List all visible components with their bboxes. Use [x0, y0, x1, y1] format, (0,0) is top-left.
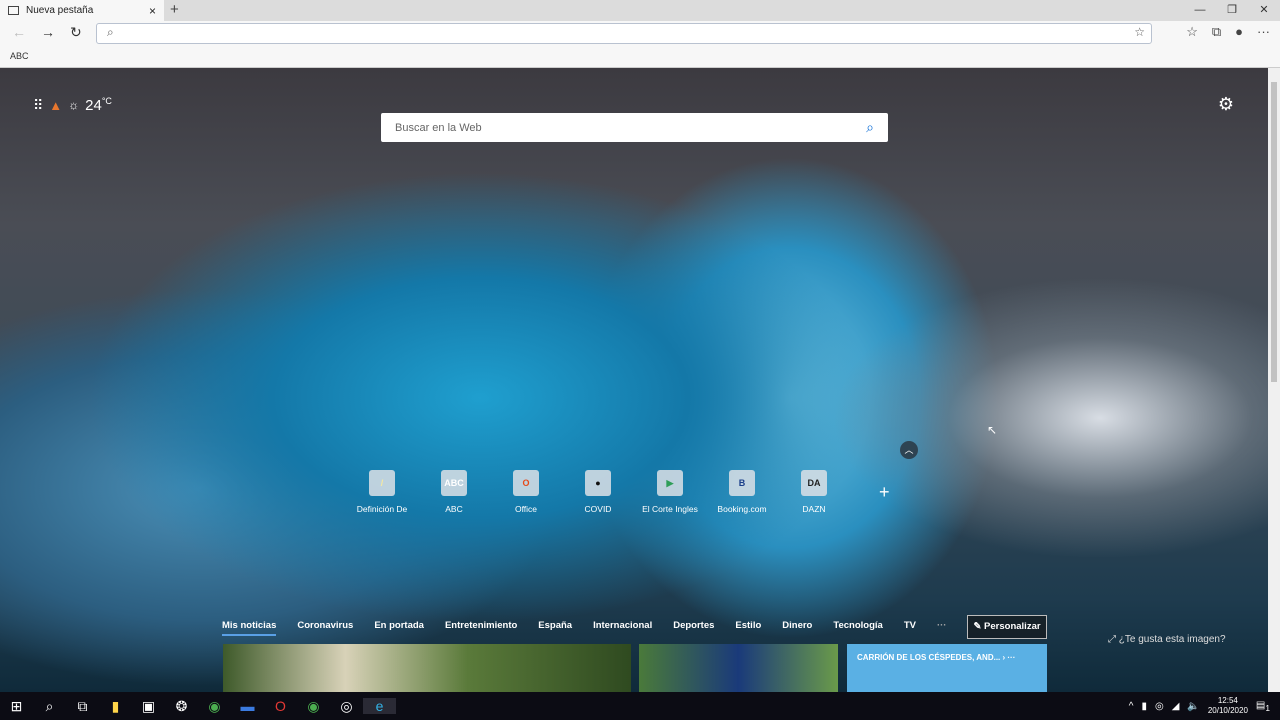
news-tab[interactable]: Mis noticias: [222, 620, 277, 636]
news-tab[interactable]: Entretenimiento: [445, 620, 517, 636]
site-icon: ▶: [657, 470, 683, 496]
news-tab[interactable]: Dinero: [782, 620, 812, 636]
scrollbar[interactable]: [1268, 68, 1280, 692]
quick-link-tile[interactable]: / Definición De: [346, 470, 418, 514]
news-card[interactable]: [639, 644, 838, 692]
news-card[interactable]: CARRIÓN DE LOS CÉSPEDES, AND... › ···: [847, 644, 1047, 692]
file-explorer-icon[interactable]: ▮: [99, 698, 132, 715]
like-image-link[interactable]: ⤢ ¿Te gusta esta imagen?: [1108, 634, 1226, 645]
chrome-canary-icon[interactable]: ◉: [297, 698, 330, 715]
restore-button[interactable]: ❐: [1216, 0, 1248, 20]
sun-icon: ☼: [68, 98, 80, 112]
quick-link-tile[interactable]: B Booking.com: [706, 470, 778, 514]
quick-link-label: El Corte Ingles: [642, 504, 698, 514]
opera-icon[interactable]: O: [264, 698, 297, 714]
volume-icon[interactable]: 🔈: [1187, 701, 1199, 712]
add-site-button[interactable]: +: [879, 482, 890, 503]
news-tab[interactable]: Tecnología: [833, 620, 882, 636]
profile-icon[interactable]: ●: [1235, 24, 1243, 40]
quick-link-label: COVID: [584, 504, 612, 514]
web-search-box[interactable]: Buscar en la Web ⌕: [381, 113, 888, 142]
edge-icon[interactable]: e: [363, 698, 396, 714]
network-icon[interactable]: ◢: [1172, 701, 1180, 712]
quick-link-tile[interactable]: O Office: [490, 470, 562, 514]
site-icon: ABC: [441, 470, 467, 496]
store-icon[interactable]: ▣: [132, 698, 165, 715]
quick-link-tile[interactable]: ▶ El Corte Ingles: [634, 470, 706, 514]
monitor-app-icon[interactable]: ▬: [231, 698, 264, 714]
weather-alert-icon[interactable]: ▲: [49, 98, 62, 113]
favorites-bar: ABC: [0, 47, 1280, 68]
show-hidden-icons[interactable]: ^: [1129, 701, 1134, 712]
site-icon: O: [513, 470, 539, 496]
news-card-title: CARRIÓN DE LOS CÉSPEDES, AND... › ···: [857, 653, 1016, 662]
tab-bar: Nueva pestaña × + — ❐ ✕: [0, 0, 1280, 21]
back-icon[interactable]: ←: [12, 24, 26, 40]
quick-link-tile[interactable]: DA DAZN: [778, 470, 850, 514]
quick-link-label: Booking.com: [717, 504, 767, 514]
favorite-abc[interactable]: ABC: [10, 51, 29, 61]
search-icon: ⌕: [107, 25, 114, 39]
quick-link-label: ABC: [445, 504, 463, 514]
favorite-star-icon[interactable]: ☆: [1134, 25, 1145, 39]
minimize-button[interactable]: —: [1184, 0, 1216, 20]
apps-grid-icon[interactable]: ⠿: [33, 97, 43, 114]
tab-title: Nueva pestaña: [26, 5, 94, 16]
news-card[interactable]: [223, 644, 631, 692]
scroll-up-button[interactable]: ︿: [900, 441, 918, 459]
app-icon[interactable]: ❂: [165, 698, 198, 715]
taskbar: ⊞ ⌕ ⧉ ▮ ▣ ❂ ◉ ▬ O ◉ ◎ e ^ ▮ ◎ ◢ 🔈 12:54 2…: [0, 692, 1280, 720]
forward-icon[interactable]: →: [41, 24, 55, 40]
quick-link-label: Definición De: [356, 504, 408, 514]
new-tab-page: ⠿ ▲ ☼ 24°C ⚙ Buscar en la Web ⌕ ︿ / Defin…: [0, 68, 1268, 692]
address-bar[interactable]: ⌕ ☆: [96, 23, 1152, 44]
collections-icon[interactable]: ⧉: [1212, 24, 1221, 40]
quick-link-label: Office: [514, 504, 538, 514]
news-tab[interactable]: Coronavirus: [297, 620, 353, 636]
news-more-button[interactable]: ···: [937, 620, 947, 636]
news-tab[interactable]: Deportes: [673, 620, 714, 636]
site-icon: /: [369, 470, 395, 496]
chrome-icon[interactable]: ◉: [198, 698, 231, 715]
search-placeholder[interactable]: Buscar en la Web: [395, 122, 482, 134]
toolbar: ← → ↻ ⌕ ☆ ☆ ⧉ ● ···: [0, 21, 1280, 47]
refresh-icon[interactable]: ↻: [70, 24, 82, 41]
vpn-icon[interactable]: ◎: [1155, 701, 1164, 712]
clock[interactable]: 12:54 20/10/2020: [1208, 696, 1248, 716]
windows-start-icon[interactable]: ⊞: [0, 698, 33, 715]
search-icon[interactable]: ⌕: [33, 698, 66, 715]
temperature[interactable]: 24°C: [85, 96, 112, 114]
mouse-cursor: ↖: [987, 423, 998, 437]
news-tab[interactable]: TV: [904, 620, 916, 636]
settings-gear-icon[interactable]: ⚙: [1218, 94, 1234, 115]
newtab-page-icon: [8, 6, 19, 15]
site-icon: DA: [801, 470, 827, 496]
site-icon: B: [729, 470, 755, 496]
favorites-icon[interactable]: ☆: [1186, 24, 1198, 40]
news-tab[interactable]: En portada: [374, 620, 424, 636]
news-tab[interactable]: Internacional: [593, 620, 652, 636]
search-icon[interactable]: ⌕: [866, 119, 874, 136]
tab-nueva-pestana[interactable]: Nueva pestaña ×: [0, 0, 164, 21]
news-tab[interactable]: España: [538, 620, 572, 636]
more-menu-icon[interactable]: ···: [1257, 24, 1270, 40]
quick-link-tile[interactable]: ABC ABC: [418, 470, 490, 514]
customize-button[interactable]: ✎ Personalizar: [967, 615, 1047, 639]
quick-link-label: DAZN: [802, 504, 826, 514]
microphone-icon[interactable]: ▮: [1141, 701, 1147, 712]
new-tab-button[interactable]: +: [170, 1, 179, 18]
close-window-button[interactable]: ✕: [1248, 0, 1280, 20]
close-tab-icon[interactable]: ×: [149, 4, 156, 18]
quick-link-tile[interactable]: ● COVID: [562, 470, 634, 514]
news-tab[interactable]: Estilo: [735, 620, 761, 636]
site-icon: ●: [585, 470, 611, 496]
task-view-icon[interactable]: ⧉: [66, 698, 99, 715]
obs-icon[interactable]: ◎: [330, 698, 363, 715]
notifications-icon[interactable]: ▤1: [1256, 700, 1270, 713]
